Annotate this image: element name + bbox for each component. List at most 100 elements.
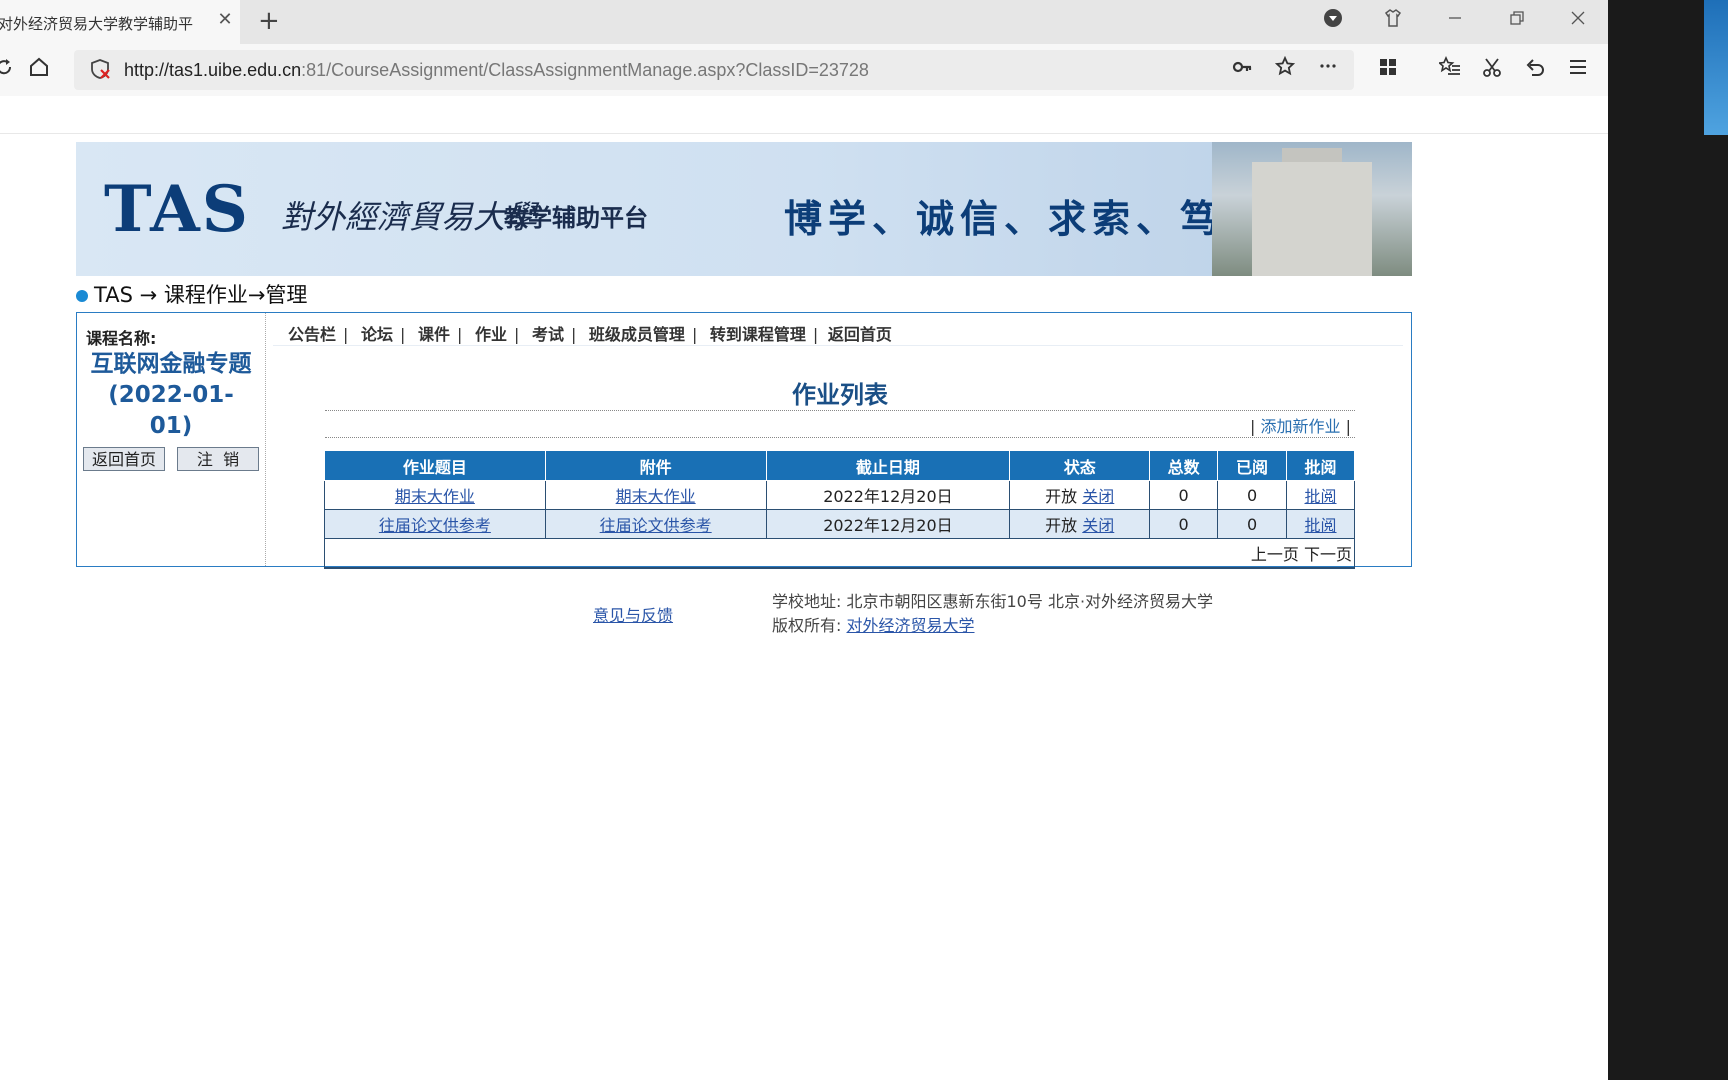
divider xyxy=(325,437,1355,438)
nav-announcements[interactable]: 公告栏 xyxy=(288,325,336,344)
assignment-title-link[interactable]: 往届论文供参考 xyxy=(379,516,491,535)
cell-title: 往届论文供参考 xyxy=(324,509,546,539)
column-header: 已阅 xyxy=(1217,450,1288,481)
nav-exams[interactable]: 考试 xyxy=(532,325,564,344)
footer-info: 学校地址: 北京市朝阳区惠新东街10号 北京·对外经济贸易大学 版权所有: 对外… xyxy=(772,590,1213,638)
column-header: 附件 xyxy=(544,450,767,481)
divider xyxy=(325,410,1355,411)
bullet-icon xyxy=(76,290,88,302)
browser-tab-bar: 对外经济贸易大学教学辅助平 ✕ + xyxy=(0,0,1608,44)
add-assignment-row: | 添加新作业 | xyxy=(1250,417,1351,436)
column-header: 批阅 xyxy=(1286,450,1355,481)
scissors-icon[interactable] xyxy=(1478,56,1506,84)
nav-divider xyxy=(273,345,1403,346)
address-bar[interactable]: http://tas1.uibe.edu.cn:81/CourseAssignm… xyxy=(74,50,1354,90)
apps-grid-icon[interactable] xyxy=(1374,56,1402,84)
attachment-link[interactable]: 期末大作业 xyxy=(616,487,696,506)
breadcrumb-text: TAS → 课程作业→管理 xyxy=(94,283,308,307)
column-header: 作业题目 xyxy=(324,450,546,481)
restore-icon[interactable] xyxy=(1502,8,1532,34)
cell-status: 开放 关闭 xyxy=(1009,509,1151,539)
url-text[interactable]: http://tas1.uibe.edu.cn:81/CourseAssignm… xyxy=(124,60,869,81)
home-icon[interactable] xyxy=(25,56,53,84)
minimize-icon[interactable] xyxy=(1440,8,1470,34)
more-icon[interactable] xyxy=(1314,56,1342,84)
cell-deadline: 2022年12月20日 xyxy=(765,509,1011,539)
nav-forum[interactable]: 论坛 xyxy=(361,325,393,344)
cell-attachment: 往届论文供参考 xyxy=(544,509,767,539)
cell-attachment: 期末大作业 xyxy=(544,480,767,510)
assignment-title-link[interactable]: 期末大作业 xyxy=(395,487,475,506)
column-header: 总数 xyxy=(1149,450,1219,481)
cell-total: 0 xyxy=(1149,509,1219,539)
site-banner: TAS 對外經濟貿易大學 教学辅助平台 博学、诚信、求索、笃行 xyxy=(76,142,1412,276)
cell-read: 0 xyxy=(1217,509,1288,539)
column-header: 截止日期 xyxy=(765,450,1011,481)
main-panel: 课程名称: 互联网金融专题 (2022-01- 01) 返回首页 注 销 公告栏… xyxy=(76,312,1412,569)
attachment-link[interactable]: 往届论文供参考 xyxy=(600,516,712,535)
address-text: 北京市朝阳区惠新东街10号 北京·对外经济贸易大学 xyxy=(846,592,1214,611)
tab-title: 对外经济贸易大学教学辅助平 xyxy=(0,15,194,33)
column-header: 状态 xyxy=(1009,450,1151,481)
chrome-divider xyxy=(0,133,1608,134)
close-assignment-link[interactable]: 关闭 xyxy=(1082,516,1114,535)
cell-title: 期末大作业 xyxy=(324,480,546,510)
browser-nav-bar: http://tas1.uibe.edu.cn:81/CourseAssignm… xyxy=(0,44,1608,96)
breadcrumb: TAS → 课程作业→管理 xyxy=(76,279,307,309)
address-row: 学校地址: 北京市朝阳区惠新东街10号 北京·对外经济贸易大学 xyxy=(772,592,1214,611)
favorites-list-icon[interactable] xyxy=(1436,56,1464,84)
copyright-row: 版权所有: 对外经济贸易大学 xyxy=(772,616,975,635)
close-window-icon[interactable] xyxy=(1563,8,1593,34)
cell-read: 0 xyxy=(1217,480,1288,510)
nav-course-management[interactable]: 转到课程管理 xyxy=(710,325,806,344)
cell-total: 0 xyxy=(1149,480,1219,510)
logout-button[interactable]: 注 销 xyxy=(177,447,259,471)
add-assignment-link[interactable]: 添加新作业 xyxy=(1261,417,1341,436)
insecure-shield-icon[interactable] xyxy=(88,58,112,82)
course-name-line: (2022-01- xyxy=(108,382,234,408)
course-nav: 公告栏 | 论坛 | 课件 | 作业 | 考试 | 班级成员管理 | 转到课程管理 | 返回首… xyxy=(288,325,892,344)
close-assignment-link[interactable]: 关闭 xyxy=(1082,487,1114,506)
course-label: 课程名称: xyxy=(86,329,157,348)
next-page-link[interactable]: 下一页 xyxy=(1304,545,1352,564)
course-name-line: 01) xyxy=(149,413,193,439)
assignment-table: 作业题目 附件 截止日期 状态 总数 已阅 批阅 期末大作业 期末大作业 202… xyxy=(324,450,1355,569)
download-icon[interactable] xyxy=(1318,8,1348,34)
page-title: 作业列表 xyxy=(792,381,888,409)
nav-assignments[interactable]: 作业 xyxy=(475,325,507,344)
cell-deadline: 2022年12月20日 xyxy=(765,480,1011,510)
nav-home[interactable]: 返回首页 xyxy=(828,325,892,344)
shirt-theme-icon[interactable] xyxy=(1378,8,1408,34)
table-row: 往届论文供参考 往届论文供参考 2022年12月20日 开放 关闭 0 0 批阅 xyxy=(324,509,1355,539)
star-icon[interactable] xyxy=(1271,55,1299,84)
status-text: 开放 xyxy=(1045,487,1078,506)
close-tab-icon[interactable]: ✕ xyxy=(214,9,236,31)
key-icon[interactable] xyxy=(1228,56,1256,84)
undo-icon[interactable] xyxy=(1521,56,1549,84)
table-header-row: 作业题目 附件 截止日期 状态 总数 已阅 批阅 xyxy=(324,450,1355,481)
refresh-icon[interactable] xyxy=(0,56,18,84)
desktop-wallpaper-edge xyxy=(1704,0,1728,135)
status-text: 开放 xyxy=(1045,516,1078,535)
building-photo xyxy=(1212,142,1412,276)
review-link[interactable]: 批阅 xyxy=(1305,516,1337,535)
nav-courseware[interactable]: 课件 xyxy=(418,325,450,344)
platform-name: 教学辅助平台 xyxy=(504,204,648,232)
browser-tab[interactable]: 对外经济贸易大学教学辅助平 ✕ xyxy=(0,0,240,44)
review-link[interactable]: 批阅 xyxy=(1305,487,1337,506)
course-name-line: 互联网金融专题 xyxy=(90,351,252,377)
url-host: http://tas1.uibe.edu.cn xyxy=(124,60,302,80)
table-row: 期末大作业 期末大作业 2022年12月20日 开放 关闭 0 0 批阅 xyxy=(324,480,1355,510)
course-sidebar: 课程名称: 互联网金融专题 (2022-01- 01) 返回首页 注 销 xyxy=(77,313,266,566)
cell-review: 批阅 xyxy=(1286,509,1355,539)
course-name: 互联网金融专题 (2022-01- 01) xyxy=(77,349,265,442)
new-tab-button[interactable]: + xyxy=(258,8,280,34)
feedback-link[interactable]: 意见与反馈 xyxy=(593,602,673,626)
nav-member-management[interactable]: 班级成员管理 xyxy=(589,325,685,344)
copyright-link[interactable]: 对外经济贸易大学 xyxy=(847,616,975,635)
pager-row: 上一页 下一页 xyxy=(324,538,1355,569)
home-button[interactable]: 返回首页 xyxy=(83,447,165,471)
school-calligraphy: 對外經濟貿易大學 xyxy=(281,198,538,236)
menu-icon[interactable] xyxy=(1564,56,1592,84)
prev-page-link[interactable]: 上一页 xyxy=(1251,545,1299,564)
